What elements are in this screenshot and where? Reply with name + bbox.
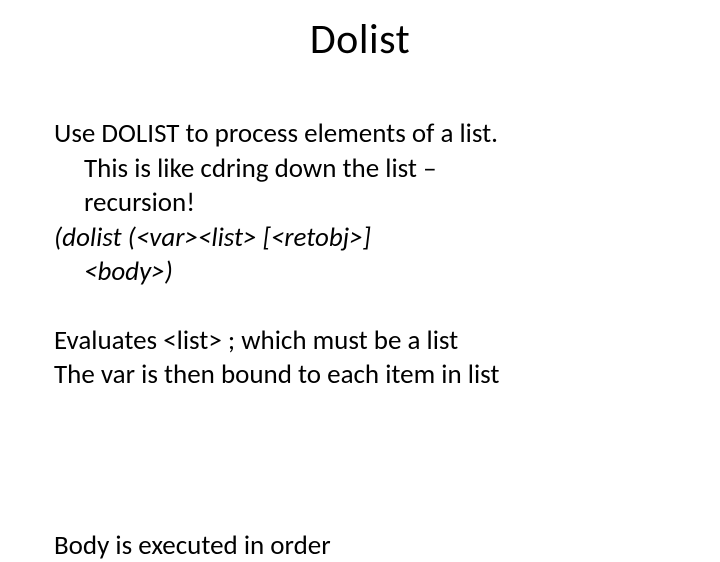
intro-line-1: Use DOLIST to process elements of a list… (54, 117, 666, 152)
slide-content: Use DOLIST to process elements of a list… (0, 117, 720, 393)
syntax-line-2: <body>) (54, 255, 666, 290)
intro-line-2: This is like cdring down the list – (54, 152, 666, 187)
slide-title: Dolist (0, 14, 720, 65)
paragraph-eval: Evaluates <list> ; which must be a list … (54, 324, 666, 393)
spacer (54, 290, 666, 324)
eval-line-2: The var is then bound to each item in li… (54, 358, 666, 393)
slide: Dolist Use DOLIST to process elements of… (0, 14, 720, 554)
cutoff-line: Body is executed in order (54, 529, 331, 562)
eval-line-1: Evaluates <list> ; which must be a list (54, 324, 666, 359)
intro-line-3: recursion! (54, 186, 666, 221)
paragraph-intro: Use DOLIST to process elements of a list… (54, 117, 666, 221)
syntax-line-1: (dolist (<var><list> [<retobj>] (54, 221, 666, 256)
